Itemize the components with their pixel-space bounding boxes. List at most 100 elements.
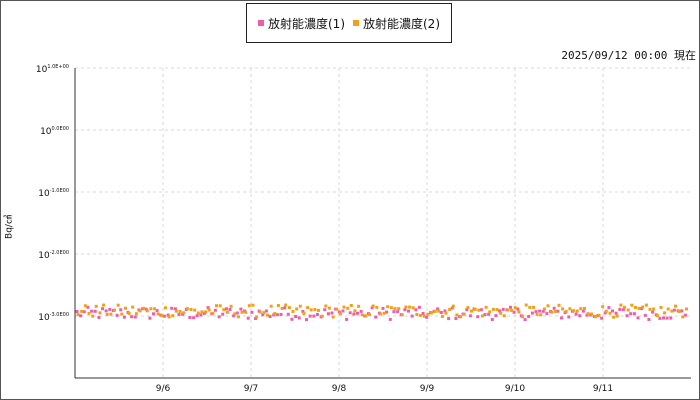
data-point — [279, 312, 283, 316]
data-point — [335, 307, 339, 311]
data-point — [568, 307, 572, 311]
data-point — [538, 309, 542, 313]
data-point — [246, 316, 250, 320]
data-point — [666, 307, 670, 311]
data-point — [618, 307, 622, 311]
data-point — [222, 308, 226, 312]
data-point — [284, 303, 288, 307]
data-point — [417, 305, 421, 309]
data-point — [152, 312, 155, 316]
data-point — [368, 313, 371, 316]
data-point — [632, 312, 636, 316]
chart-plot: 101.0E+00 100.0E00 10-1.0E00 10-2.0E00 10-3.… — [36, 64, 691, 394]
data-point — [87, 311, 91, 315]
data-point — [153, 307, 157, 311]
data-point — [160, 314, 164, 318]
data-point — [421, 312, 425, 315]
data-point — [448, 308, 452, 311]
data-point — [567, 315, 571, 319]
data-point — [133, 315, 137, 319]
data-point — [683, 313, 687, 317]
data-point — [170, 306, 174, 310]
data-point — [290, 317, 294, 321]
data-point — [320, 314, 324, 318]
data-point — [502, 314, 506, 318]
data-point — [415, 313, 419, 316]
data-point — [149, 307, 153, 311]
data-point — [527, 315, 531, 318]
data-point — [120, 312, 124, 316]
x-tick-label: 9/11 — [593, 384, 613, 394]
data-point — [83, 304, 87, 308]
data-point — [124, 306, 127, 310]
data-point — [189, 308, 193, 311]
data-point — [185, 307, 189, 311]
data-point — [381, 306, 385, 310]
data-point — [276, 304, 280, 307]
data-point — [579, 307, 583, 311]
data-point — [80, 309, 84, 313]
data-point — [516, 307, 520, 311]
data-point — [477, 308, 481, 312]
data-point — [455, 313, 459, 317]
data-point — [466, 306, 470, 310]
data-point — [236, 315, 240, 319]
data-point — [388, 317, 392, 321]
data-point — [575, 309, 579, 313]
data-point — [104, 309, 108, 313]
data-point — [651, 310, 655, 314]
data-point — [491, 307, 495, 311]
data-point — [484, 305, 488, 309]
data-point — [215, 304, 218, 308]
data-point — [122, 315, 126, 319]
data-point — [583, 306, 586, 310]
data-point — [268, 315, 272, 318]
data-point — [663, 311, 667, 315]
data-point — [601, 305, 605, 309]
data-point — [308, 314, 312, 318]
data-point — [217, 315, 221, 319]
data-point — [199, 313, 203, 317]
data-point — [295, 307, 299, 311]
data-point — [528, 305, 532, 309]
data-point — [312, 314, 316, 318]
data-point — [665, 316, 669, 320]
data-point — [235, 311, 239, 315]
data-point — [171, 314, 175, 318]
data-point — [93, 309, 97, 313]
data-point — [607, 306, 611, 310]
data-point — [552, 306, 556, 310]
data-point — [177, 312, 181, 316]
data-point — [244, 310, 248, 314]
data-point — [127, 312, 131, 315]
data-point — [294, 315, 298, 318]
y-tick-label: 10-3.0E00 — [38, 312, 69, 323]
data-point — [433, 309, 437, 313]
data-point — [331, 315, 335, 319]
data-point — [403, 308, 407, 312]
data-point — [97, 316, 101, 319]
data-point — [313, 308, 317, 311]
data-point — [499, 311, 503, 315]
data-point — [539, 313, 543, 317]
data-point — [273, 312, 277, 316]
data-point — [608, 311, 612, 315]
data-point — [462, 312, 466, 316]
data-point — [250, 310, 254, 314]
data-point — [590, 312, 594, 316]
data-point — [393, 307, 397, 311]
data-point — [326, 312, 330, 316]
data-point — [375, 305, 379, 309]
data-point — [641, 305, 645, 309]
data-point — [581, 309, 585, 313]
data-point — [564, 309, 568, 313]
data-point — [164, 306, 167, 310]
data-point — [612, 315, 616, 319]
data-point — [327, 306, 331, 310]
data-point — [483, 313, 487, 317]
data-point — [207, 308, 211, 312]
x-tick-label: 9/10 — [505, 384, 525, 394]
data-point — [488, 310, 492, 314]
data-point — [338, 312, 342, 316]
data-point — [501, 307, 505, 311]
